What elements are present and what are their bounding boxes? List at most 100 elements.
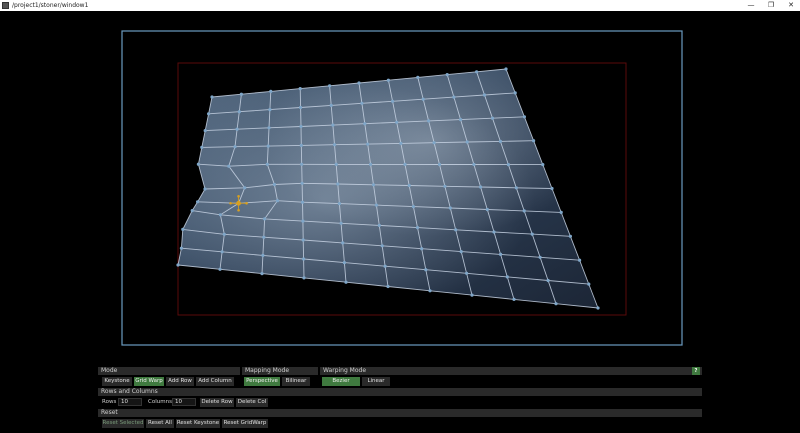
grid-control-point[interactable] (420, 247, 424, 251)
grid-control-point[interactable] (218, 267, 222, 271)
bezier-handle[interactable] (237, 194, 240, 198)
mode-gridwarp-button[interactable]: Grid Warp (134, 377, 164, 386)
delete-row-button[interactable]: Delete Row (200, 398, 234, 407)
grid-control-point[interactable] (475, 70, 479, 74)
grid-control-point[interactable] (448, 206, 452, 210)
grid-control-point[interactable] (472, 162, 476, 167)
grid-control-point[interactable] (512, 297, 516, 301)
grid-control-point[interactable] (300, 162, 304, 166)
grid-control-point[interactable] (546, 278, 550, 283)
grid-control-point[interactable] (243, 186, 247, 190)
grid-control-point[interactable] (459, 250, 463, 254)
grid-control-point[interactable] (200, 145, 204, 149)
grid-control-point[interactable] (357, 81, 361, 85)
grid-control-point[interactable] (210, 95, 214, 99)
grid-control-point[interactable] (505, 275, 509, 279)
minimize-button[interactable]: — (740, 0, 762, 11)
mode-keystone-button[interactable]: Keystone (102, 377, 132, 386)
grid-control-point[interactable] (492, 230, 496, 234)
grid-control-point[interactable] (452, 95, 456, 99)
grid-control-point[interactable] (299, 105, 303, 110)
grid-control-point[interactable] (374, 203, 378, 207)
grid-control-point[interactable] (299, 143, 303, 147)
warp-viewport[interactable] (0, 11, 800, 363)
grid-control-point[interactable] (268, 108, 272, 112)
reset-all-button[interactable]: Reset All (146, 419, 174, 428)
bezier-handle[interactable] (245, 201, 248, 205)
grid-control-point[interactable] (344, 280, 348, 284)
grid-control-point[interactable] (334, 162, 338, 166)
warping-bezier-button[interactable]: Bezier (322, 377, 360, 386)
bezier-handle[interactable] (237, 208, 240, 212)
grid-control-point[interactable] (298, 87, 302, 91)
selected-control-point[interactable] (236, 200, 241, 206)
grid-control-point[interactable] (369, 162, 373, 166)
grid-control-point[interactable] (391, 99, 395, 103)
grid-control-point[interactable] (596, 306, 600, 310)
grid-control-point[interactable] (504, 67, 508, 71)
grid-control-point[interactable] (395, 120, 399, 124)
rows-field[interactable]: 10 (118, 398, 142, 406)
grid-control-point[interactable] (237, 110, 241, 114)
grid-control-point[interactable] (432, 141, 436, 145)
grid-control-point[interactable] (203, 129, 207, 133)
grid-control-point[interactable] (363, 122, 367, 126)
grid-control-point[interactable] (336, 182, 340, 186)
grid-control-point[interactable] (427, 119, 431, 123)
grid-control-point[interactable] (337, 202, 341, 206)
grid-control-point[interactable] (424, 268, 428, 272)
grid-control-point[interactable] (421, 97, 425, 101)
grid-control-point[interactable] (269, 89, 273, 93)
warp-canvas[interactable] (0, 11, 800, 363)
grid-control-point[interactable] (386, 284, 390, 289)
grid-control-point[interactable] (498, 139, 502, 143)
grid-control-point[interactable] (196, 162, 200, 166)
grid-control-point[interactable] (522, 209, 526, 213)
grid-control-point[interactable] (578, 258, 582, 262)
grid-control-point[interactable] (332, 143, 337, 147)
grid-control-point[interactable] (530, 232, 534, 236)
grid-control-point[interactable] (262, 235, 266, 239)
help-button[interactable]: ? (692, 367, 700, 375)
grid-control-point[interactable] (176, 263, 180, 267)
grid-control-point[interactable] (342, 261, 346, 265)
mapping-bilinear-button[interactable]: Bilinear (282, 377, 310, 386)
grid-control-point[interactable] (587, 282, 591, 286)
warping-linear-button[interactable]: Linear (362, 377, 390, 386)
grid-control-point[interactable] (568, 234, 573, 238)
grid-control-point[interactable] (301, 219, 305, 223)
grid-control-point[interactable] (550, 186, 554, 191)
grid-control-point[interactable] (403, 162, 407, 166)
grid-control-point[interactable] (514, 186, 518, 190)
grid-control-point[interactable] (267, 126, 271, 130)
close-button[interactable]: ✕ (780, 0, 800, 11)
grid-control-point[interactable] (272, 182, 276, 187)
grid-control-point[interactable] (541, 163, 545, 167)
grid-control-point[interactable] (328, 84, 332, 88)
grid-control-point[interactable] (522, 115, 527, 119)
grid-control-point[interactable] (190, 209, 194, 213)
grid-control-point[interactable] (239, 92, 243, 96)
grid-control-point[interactable] (513, 91, 517, 95)
grid-control-point[interactable] (437, 162, 442, 167)
grid-control-point[interactable] (360, 101, 364, 105)
grid-control-point[interactable] (538, 255, 542, 259)
grid-control-point[interactable] (428, 289, 432, 293)
bezier-handle[interactable] (229, 201, 232, 205)
grid-control-point[interactable] (235, 127, 239, 131)
grid-control-point[interactable] (506, 163, 510, 167)
grid-control-point[interactable] (554, 302, 558, 306)
grid-control-point[interactable] (265, 162, 269, 166)
grid-control-point[interactable] (386, 78, 390, 82)
grid-control-point[interactable] (499, 252, 503, 256)
grid-control-point[interactable] (559, 210, 563, 214)
grid-control-point[interactable] (181, 227, 185, 231)
grid-control-point[interactable] (470, 293, 474, 297)
grid-control-point[interactable] (331, 123, 335, 127)
grid-control-point[interactable] (203, 187, 207, 191)
grid-control-point[interactable] (329, 103, 333, 107)
grid-control-point[interactable] (465, 271, 469, 275)
grid-control-point[interactable] (218, 213, 222, 217)
grid-control-point[interactable] (196, 200, 200, 204)
grid-control-point[interactable] (300, 200, 305, 204)
